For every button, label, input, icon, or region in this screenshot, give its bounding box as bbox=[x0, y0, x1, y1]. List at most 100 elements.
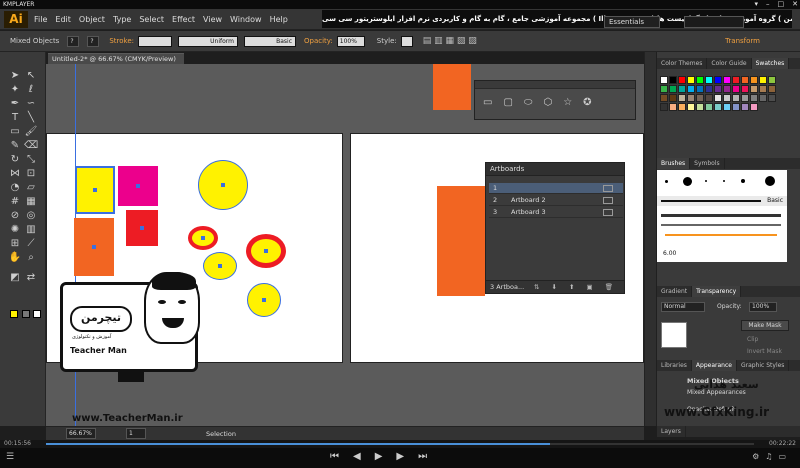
width-tool-icon[interactable]: ⋈ bbox=[8, 168, 22, 180]
zoom-tool-icon[interactable]: ⌕ bbox=[24, 252, 38, 264]
swatch[interactable] bbox=[759, 94, 767, 102]
panel-collapse-strip[interactable] bbox=[644, 52, 656, 426]
rounded-rectangle-tool-icon[interactable]: ▢ bbox=[503, 97, 512, 108]
stroke-swatch[interactable]: ? bbox=[87, 35, 100, 47]
free-transform-tool-icon[interactable]: ⊡ bbox=[24, 168, 38, 180]
brush-dot-5[interactable] bbox=[741, 179, 745, 183]
lasso-tool-icon[interactable]: ℓ bbox=[24, 84, 38, 96]
search-input[interactable] bbox=[684, 16, 744, 28]
swatch[interactable] bbox=[714, 76, 722, 84]
swap-icon[interactable]: ⇄ bbox=[24, 272, 38, 284]
swatch[interactable] bbox=[687, 76, 695, 84]
brush-dot-1[interactable] bbox=[665, 180, 668, 183]
close-icon[interactable]: ✕ bbox=[792, 0, 798, 9]
swatch[interactable] bbox=[705, 85, 713, 93]
clip-checkbox[interactable]: Clip bbox=[747, 336, 758, 343]
minimize-icon[interactable]: – bbox=[766, 0, 770, 9]
artboard-row[interactable]: 1 bbox=[489, 183, 623, 194]
scale-tool-icon[interactable]: ⤡ bbox=[24, 154, 38, 166]
basic-brush-row[interactable]: Basic bbox=[657, 196, 787, 206]
pencil-tool-icon[interactable]: ✎ bbox=[8, 140, 22, 152]
menu-icon[interactable]: ☰ bbox=[6, 452, 14, 462]
artboard-options-icon[interactable] bbox=[603, 197, 613, 204]
swatch[interactable] bbox=[669, 94, 677, 102]
pin-icon[interactable]: ▾ bbox=[754, 0, 758, 9]
star-tool-icon[interactable]: ☆ bbox=[563, 97, 572, 108]
tab-color-guide[interactable]: Color Guide bbox=[707, 58, 752, 69]
graph-tool-icon[interactable]: ▥ bbox=[24, 224, 38, 236]
blend-mode-select[interactable]: Normal bbox=[661, 302, 705, 312]
invert-mask-checkbox[interactable]: Invert Mask bbox=[747, 348, 782, 355]
art-brush-orange[interactable] bbox=[665, 234, 777, 236]
maximize-icon[interactable]: □ bbox=[778, 0, 785, 9]
menu-window[interactable]: Window bbox=[230, 15, 262, 24]
ellipse-tool-icon[interactable]: ⬭ bbox=[524, 97, 533, 108]
brush-definition[interactable]: Basic bbox=[244, 35, 297, 47]
swatch[interactable] bbox=[714, 103, 722, 111]
swatch[interactable] bbox=[705, 103, 713, 111]
artboard-row[interactable]: 2 Artboard 2 bbox=[489, 195, 623, 206]
gradient-color-icon[interactable] bbox=[22, 310, 30, 318]
swatch[interactable] bbox=[669, 103, 677, 111]
swatch[interactable] bbox=[741, 76, 749, 84]
swatch[interactable] bbox=[768, 85, 776, 93]
rectangle-tool-icon[interactable]: ▭ bbox=[483, 97, 492, 108]
flare-tool-icon[interactable]: ✪ bbox=[583, 97, 591, 108]
swatch[interactable] bbox=[732, 94, 740, 102]
tab-color-themes[interactable]: Color Themes bbox=[657, 58, 708, 69]
zoom-field[interactable]: 66.67% bbox=[66, 428, 96, 439]
tab-libraries[interactable]: Libraries bbox=[657, 360, 692, 371]
swatch[interactable] bbox=[750, 103, 758, 111]
swatch[interactable] bbox=[696, 94, 704, 102]
swatch[interactable] bbox=[741, 103, 749, 111]
hand-tool-icon[interactable]: ✋ bbox=[8, 252, 22, 264]
swatch[interactable] bbox=[660, 103, 668, 111]
tab-gradient[interactable]: Gradient bbox=[657, 286, 693, 297]
swatch[interactable] bbox=[732, 85, 740, 93]
tab-graphic-styles[interactable]: Graphic Styles bbox=[737, 360, 790, 371]
swatch[interactable] bbox=[768, 94, 776, 102]
swatch[interactable] bbox=[741, 94, 749, 102]
swatch[interactable] bbox=[705, 76, 713, 84]
artboard-footer-icons[interactable]: ⇅ ⬇ ⬆ ▣ 🗑 bbox=[534, 281, 618, 294]
swatch[interactable] bbox=[669, 76, 677, 84]
document-tab[interactable]: Untitled-2* @ 66.67% (CMYK/Preview) bbox=[48, 53, 184, 64]
swatch[interactable] bbox=[687, 94, 695, 102]
scatter-brush[interactable] bbox=[661, 224, 781, 226]
rotate-tool-icon[interactable]: ↻ bbox=[8, 154, 22, 166]
paintbrush-tool-icon[interactable]: 🖌 bbox=[24, 126, 38, 138]
swatch[interactable] bbox=[723, 94, 731, 102]
swatch[interactable] bbox=[687, 103, 695, 111]
swatch[interactable] bbox=[696, 85, 704, 93]
swatch[interactable] bbox=[678, 94, 686, 102]
stroke-weight-field[interactable] bbox=[138, 35, 173, 47]
direct-selection-tool-icon[interactable]: ↖ bbox=[24, 70, 38, 82]
tab-symbols[interactable]: Symbols bbox=[690, 158, 725, 169]
playback-buttons[interactable]: ⏮◀▶▶⏭ bbox=[330, 451, 441, 462]
opacity-label[interactable]: Opacity: bbox=[304, 37, 333, 45]
brush-dot-6[interactable] bbox=[765, 176, 775, 186]
artboard-options-icon[interactable] bbox=[603, 185, 613, 192]
workspace-switcher[interactable]: Essentials bbox=[604, 16, 660, 28]
magic-wand-tool-icon[interactable]: ✦ bbox=[8, 84, 22, 96]
swatch[interactable] bbox=[660, 85, 668, 93]
artboard-tool-icon[interactable]: ⊞ bbox=[8, 238, 22, 250]
tab-layers[interactable]: Layers bbox=[657, 426, 686, 437]
swatch[interactable] bbox=[687, 85, 695, 93]
brush-dot-4[interactable] bbox=[723, 180, 725, 182]
opacity-field[interactable]: 100% bbox=[336, 35, 365, 47]
make-mask-button[interactable]: Make Mask bbox=[741, 320, 789, 331]
swatch[interactable] bbox=[750, 85, 758, 93]
swatch[interactable] bbox=[678, 103, 686, 111]
slice-tool-icon[interactable]: ⟋ bbox=[24, 238, 38, 250]
artboard-row[interactable]: 3 Artboard 3 bbox=[489, 207, 623, 218]
swatch[interactable] bbox=[678, 85, 686, 93]
artboard-navigation-field[interactable]: 1 bbox=[126, 428, 146, 439]
orange-rectangle-top[interactable] bbox=[433, 64, 471, 110]
swatch[interactable] bbox=[768, 76, 776, 84]
tab-appearance[interactable]: Appearance bbox=[691, 360, 737, 371]
player-right-icons[interactable]: ⚙♫▭ bbox=[752, 452, 792, 461]
swatch[interactable] bbox=[750, 76, 758, 84]
menu-edit[interactable]: Edit bbox=[55, 15, 71, 24]
swatch[interactable] bbox=[696, 103, 704, 111]
